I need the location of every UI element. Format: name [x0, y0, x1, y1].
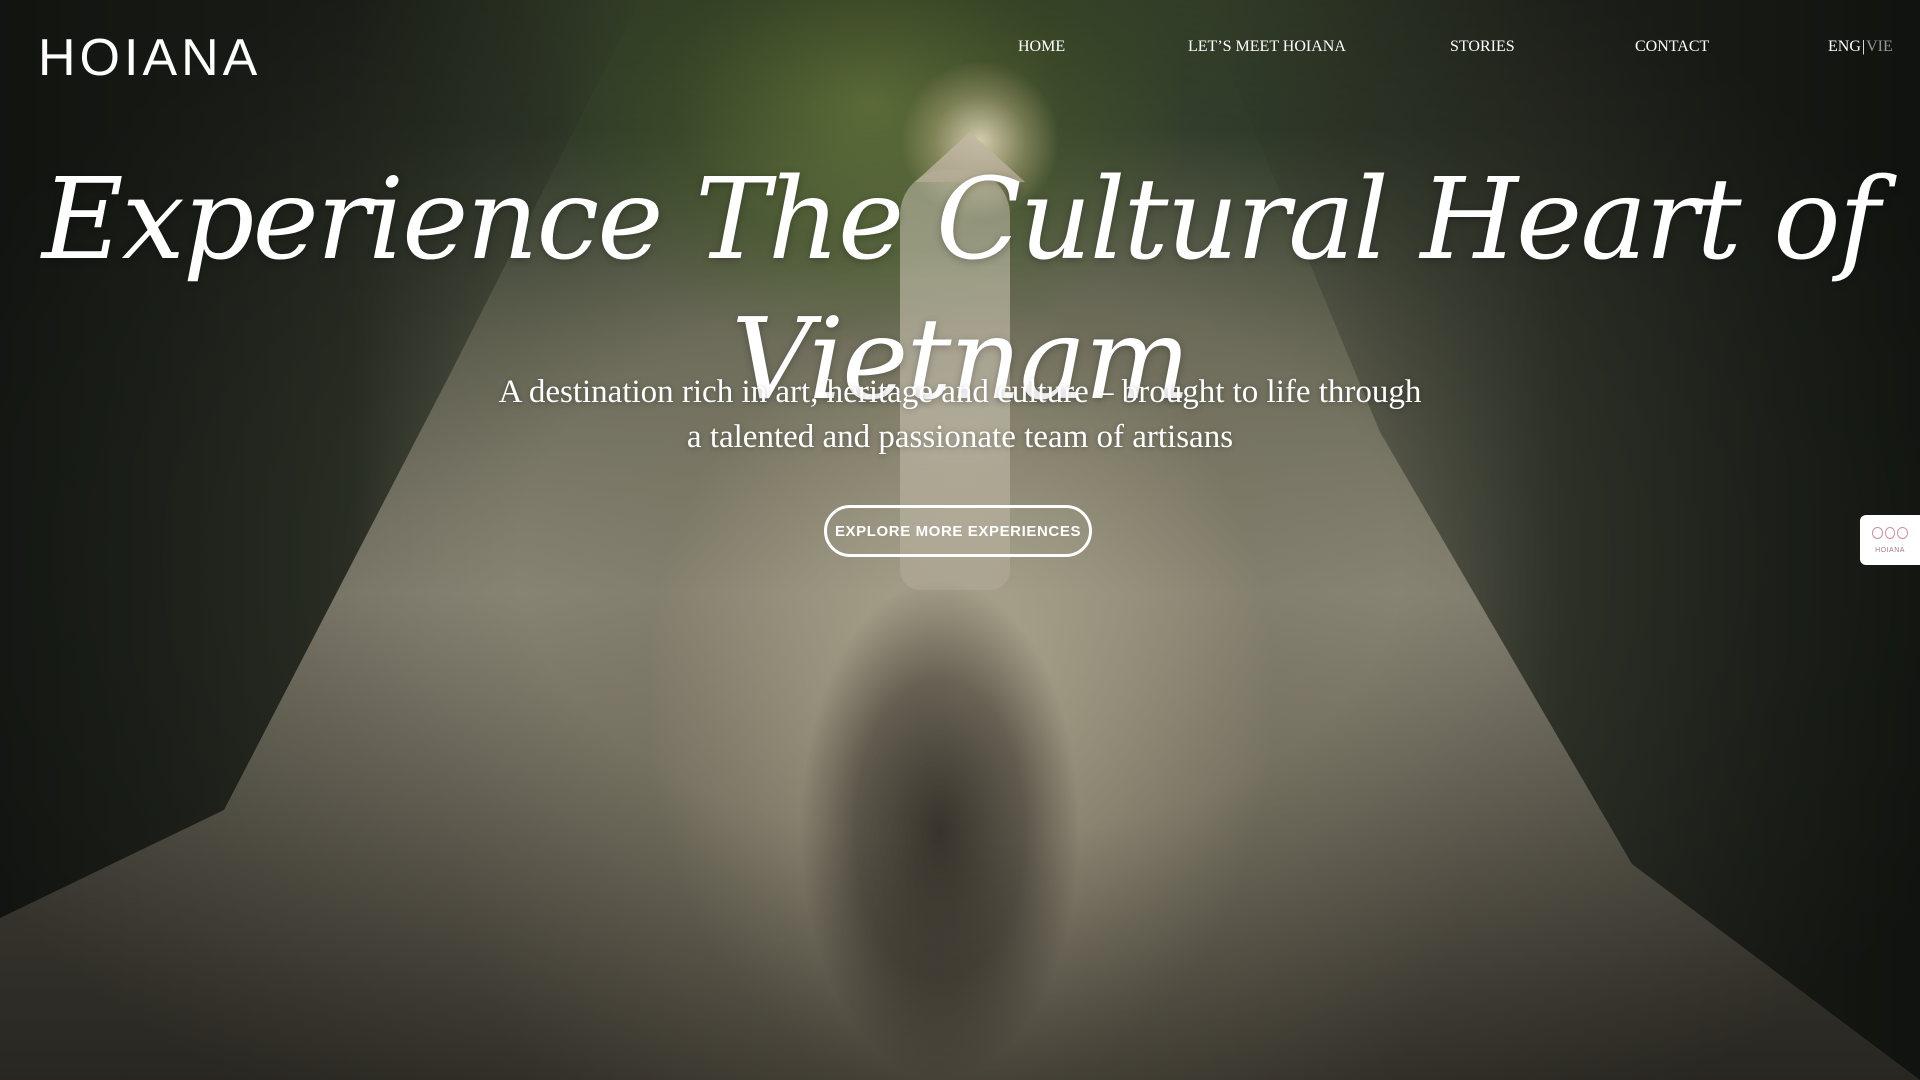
side-widget-label: HOIANA — [1875, 546, 1905, 554]
nav-item-contact[interactable]: CONTACT — [1635, 38, 1709, 56]
hero-subtitle: A destination rich in art, heritage and … — [0, 370, 1920, 460]
language-eng[interactable]: ENG — [1828, 38, 1861, 55]
language-vie[interactable]: VIE — [1866, 38, 1893, 55]
nav-item-home[interactable]: HOME — [1018, 38, 1065, 56]
explore-more-experiences-button[interactable]: EXPLORE MORE EXPERIENCES — [824, 505, 1092, 557]
flower-petal — [1872, 526, 1883, 539]
nav-item-lets-meet-hoiana[interactable]: LET’S MEET HOIANA — [1188, 38, 1346, 56]
side-floating-widget[interactable]: HOIANA — [1860, 515, 1920, 565]
nav-item-stories[interactable]: STORIES — [1450, 38, 1515, 56]
hero-subtitle-line-1: A destination rich in art, heritage and … — [498, 374, 1422, 410]
hero-section: HOIANA HOME LET’S MEET HOIANA STORIES CO… — [0, 0, 1920, 1080]
hero-subtitle-line-2: a talented and passionate team of artisa… — [686, 419, 1234, 455]
language-separator: | — [1861, 38, 1866, 55]
flower-logo-icon — [1872, 526, 1909, 545]
flower-petal — [1897, 526, 1909, 539]
main-nav: HOME LET’S MEET HOIANA STORIES CONTACT — [0, 38, 1920, 62]
flower-petal — [1884, 526, 1896, 539]
language-switcher: ENG|VIE — [1828, 38, 1893, 56]
